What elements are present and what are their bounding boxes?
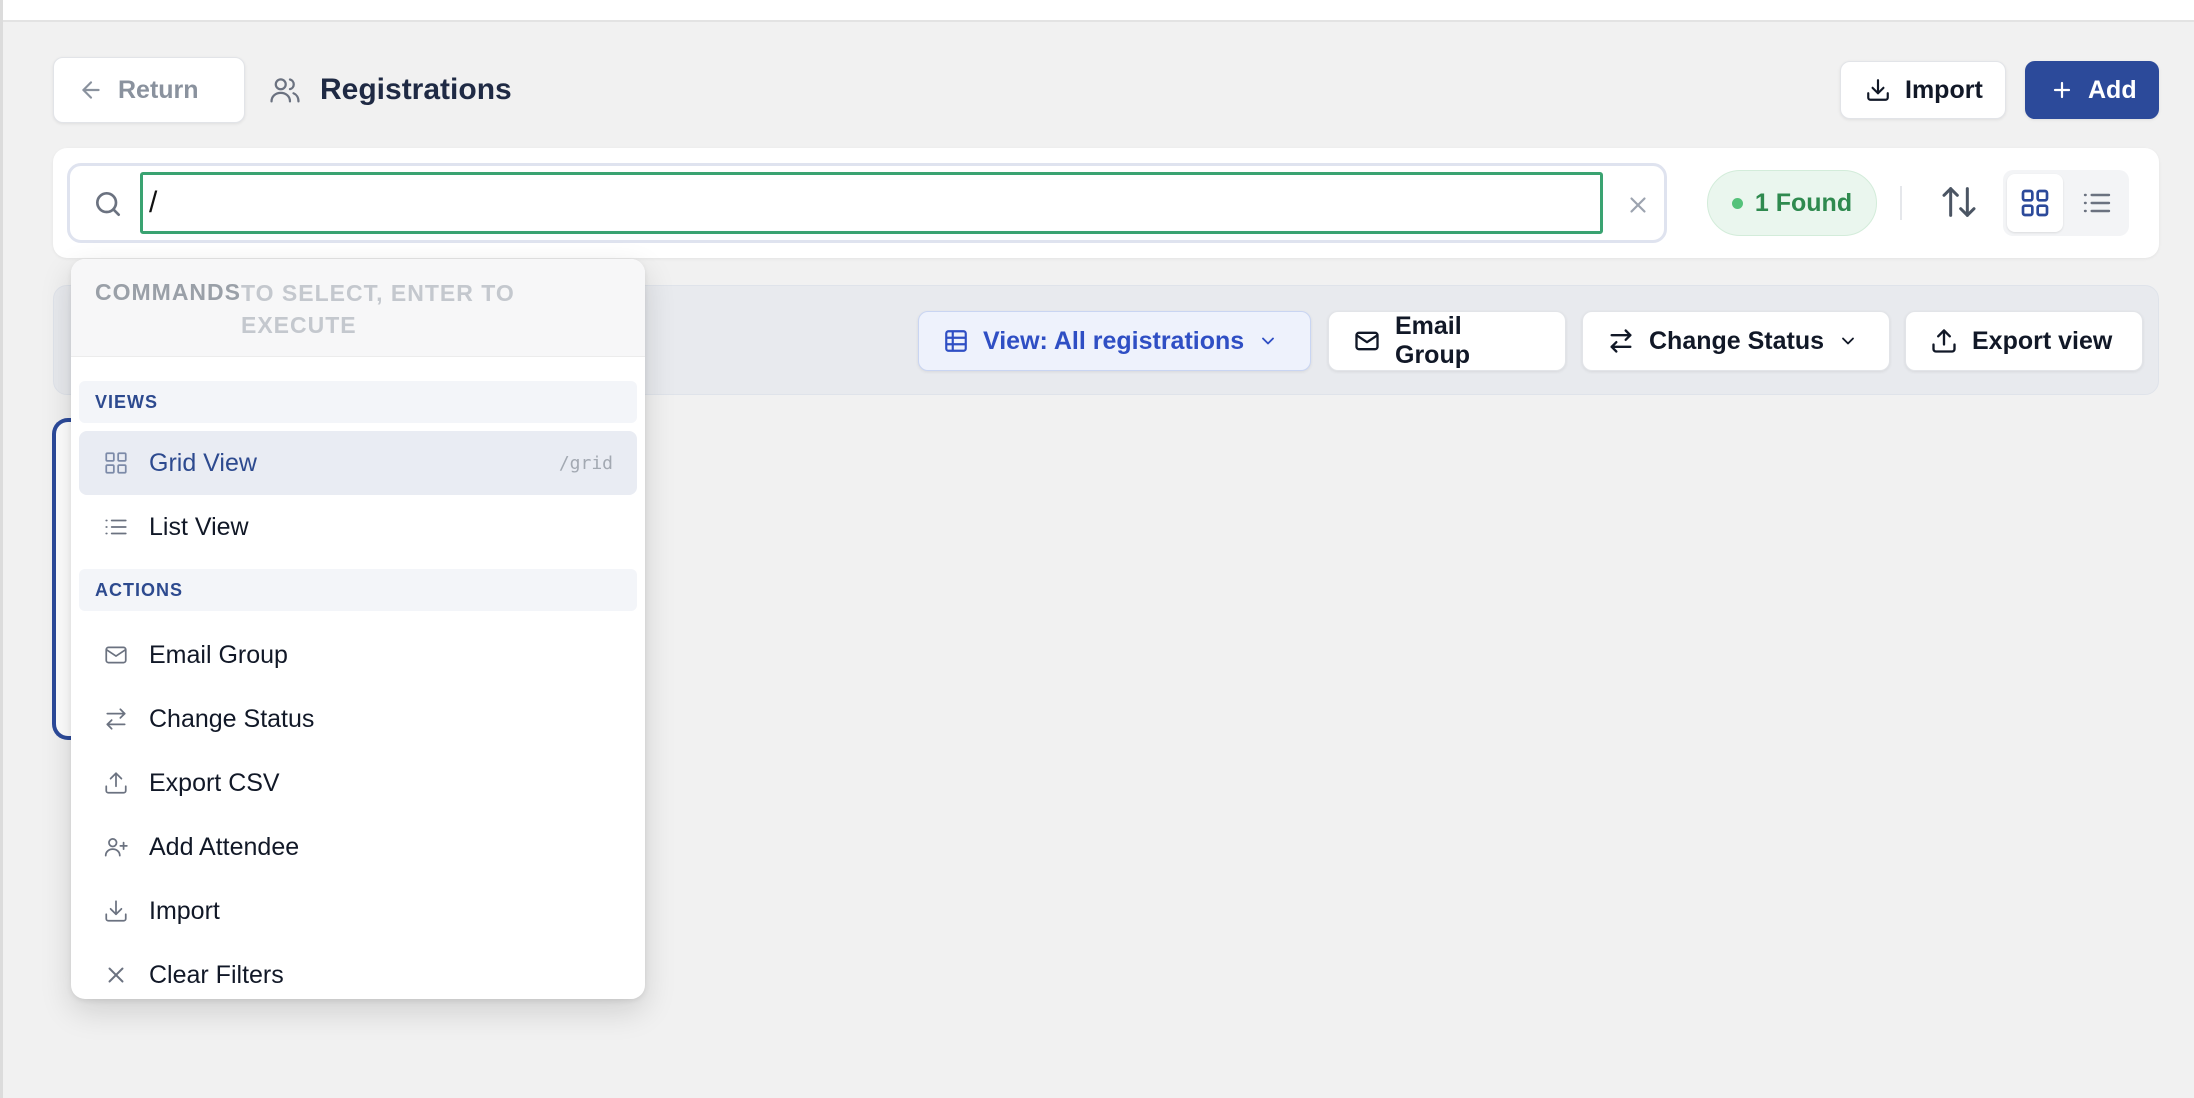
command-label: Clear Filters xyxy=(149,960,284,989)
download-icon xyxy=(1867,79,1889,101)
section-label: VIEWS xyxy=(95,391,159,412)
grid-icon xyxy=(2021,189,2049,217)
chevron-down-icon xyxy=(1262,337,1275,345)
arrow-left-icon xyxy=(82,81,100,99)
users-icon xyxy=(270,78,300,103)
grid-view-toggle[interactable] xyxy=(2007,174,2063,232)
grid-icon xyxy=(105,452,127,474)
page-header: Registrations xyxy=(268,66,512,114)
command-label: Import xyxy=(149,896,220,925)
view-select-label: View: All registrations xyxy=(983,326,1245,355)
change-status-button[interactable]: Change Status xyxy=(1582,311,1890,371)
section-label: ACTIONS xyxy=(95,579,183,600)
command-import[interactable]: Import xyxy=(79,879,637,943)
view-select-button[interactable]: View: All registrations xyxy=(918,311,1311,371)
search-box xyxy=(67,163,1667,243)
command-email-group[interactable]: Email Group xyxy=(79,623,637,687)
swap-icon xyxy=(1610,329,1632,353)
upload-icon xyxy=(105,772,127,794)
command-export-csv[interactable]: Export CSV xyxy=(79,751,637,815)
divider xyxy=(1900,186,1902,220)
import-button[interactable]: Import xyxy=(1840,61,2006,119)
import-label: Import xyxy=(1905,75,1983,104)
change-status-label: Change Status xyxy=(1649,326,1825,355)
command-label: Export CSV xyxy=(149,768,280,797)
plus-icon xyxy=(2053,81,2071,99)
command-label: Grid View xyxy=(149,448,257,477)
command-change-status[interactable]: Change Status xyxy=(79,687,637,751)
sort-icon[interactable] xyxy=(1939,182,1979,222)
results-count-badge: 1 Found xyxy=(1707,170,1877,236)
page-title: Registrations xyxy=(320,73,512,106)
download-icon xyxy=(105,900,127,922)
export-view-label: Export view xyxy=(1972,326,2113,355)
table-icon xyxy=(945,330,967,352)
email-group-button[interactable]: Email Group xyxy=(1328,311,1566,371)
export-view-button[interactable]: Export view xyxy=(1905,311,2143,371)
section-actions: ACTIONS xyxy=(79,569,637,611)
list-view-toggle[interactable] xyxy=(2069,174,2125,232)
command-list-view[interactable]: List View xyxy=(79,495,637,559)
list-icon xyxy=(105,519,127,535)
view-toggle xyxy=(2003,170,2129,236)
command-palette-title: COMMANDS xyxy=(95,279,241,305)
results-count-label: 1 Found xyxy=(1754,188,1853,217)
return-button[interactable]: Return xyxy=(53,57,245,123)
section-views: VIEWS xyxy=(79,381,637,423)
command-palette-header: COMMANDS TO SELECT, ENTER TO EXECUTE xyxy=(71,259,645,357)
mail-icon xyxy=(1355,331,1379,351)
command-label: Change Status xyxy=(149,704,315,733)
chevron-down-icon xyxy=(1842,337,1854,345)
command-label: Add Attendee xyxy=(149,832,300,861)
swap-icon xyxy=(106,708,126,730)
command-palette-hint: TO SELECT, ENTER TO EXECUTE xyxy=(241,280,515,338)
status-dot xyxy=(1731,197,1743,209)
close-icon xyxy=(108,967,124,983)
command-label: List View xyxy=(149,512,249,541)
command-palette: COMMANDS TO SELECT, ENTER TO EXECUTE VIE… xyxy=(71,259,645,999)
upload-icon xyxy=(1932,329,1956,353)
search-icon xyxy=(96,192,120,216)
command-shortcut: /grid xyxy=(558,452,613,474)
command-label: Email Group xyxy=(149,640,288,669)
left-edge xyxy=(0,0,3,1098)
list-icon xyxy=(2083,193,2111,213)
return-label: Return xyxy=(118,75,199,104)
top-bar xyxy=(0,0,2194,22)
search-bar: 1 Found xyxy=(53,148,2159,258)
search-input[interactable] xyxy=(140,172,1603,234)
close-icon[interactable] xyxy=(1625,192,1651,218)
user-plus-icon xyxy=(104,838,128,857)
command-grid-view[interactable]: Grid View /grid xyxy=(79,431,637,495)
mail-icon xyxy=(105,646,127,664)
add-button[interactable]: Add xyxy=(2025,61,2159,119)
command-add-attendee[interactable]: Add Attendee xyxy=(79,815,637,879)
add-label: Add xyxy=(2088,75,2137,104)
command-clear-filters[interactable]: Clear Filters xyxy=(79,943,637,999)
email-group-label: Email Group xyxy=(1395,312,1470,369)
